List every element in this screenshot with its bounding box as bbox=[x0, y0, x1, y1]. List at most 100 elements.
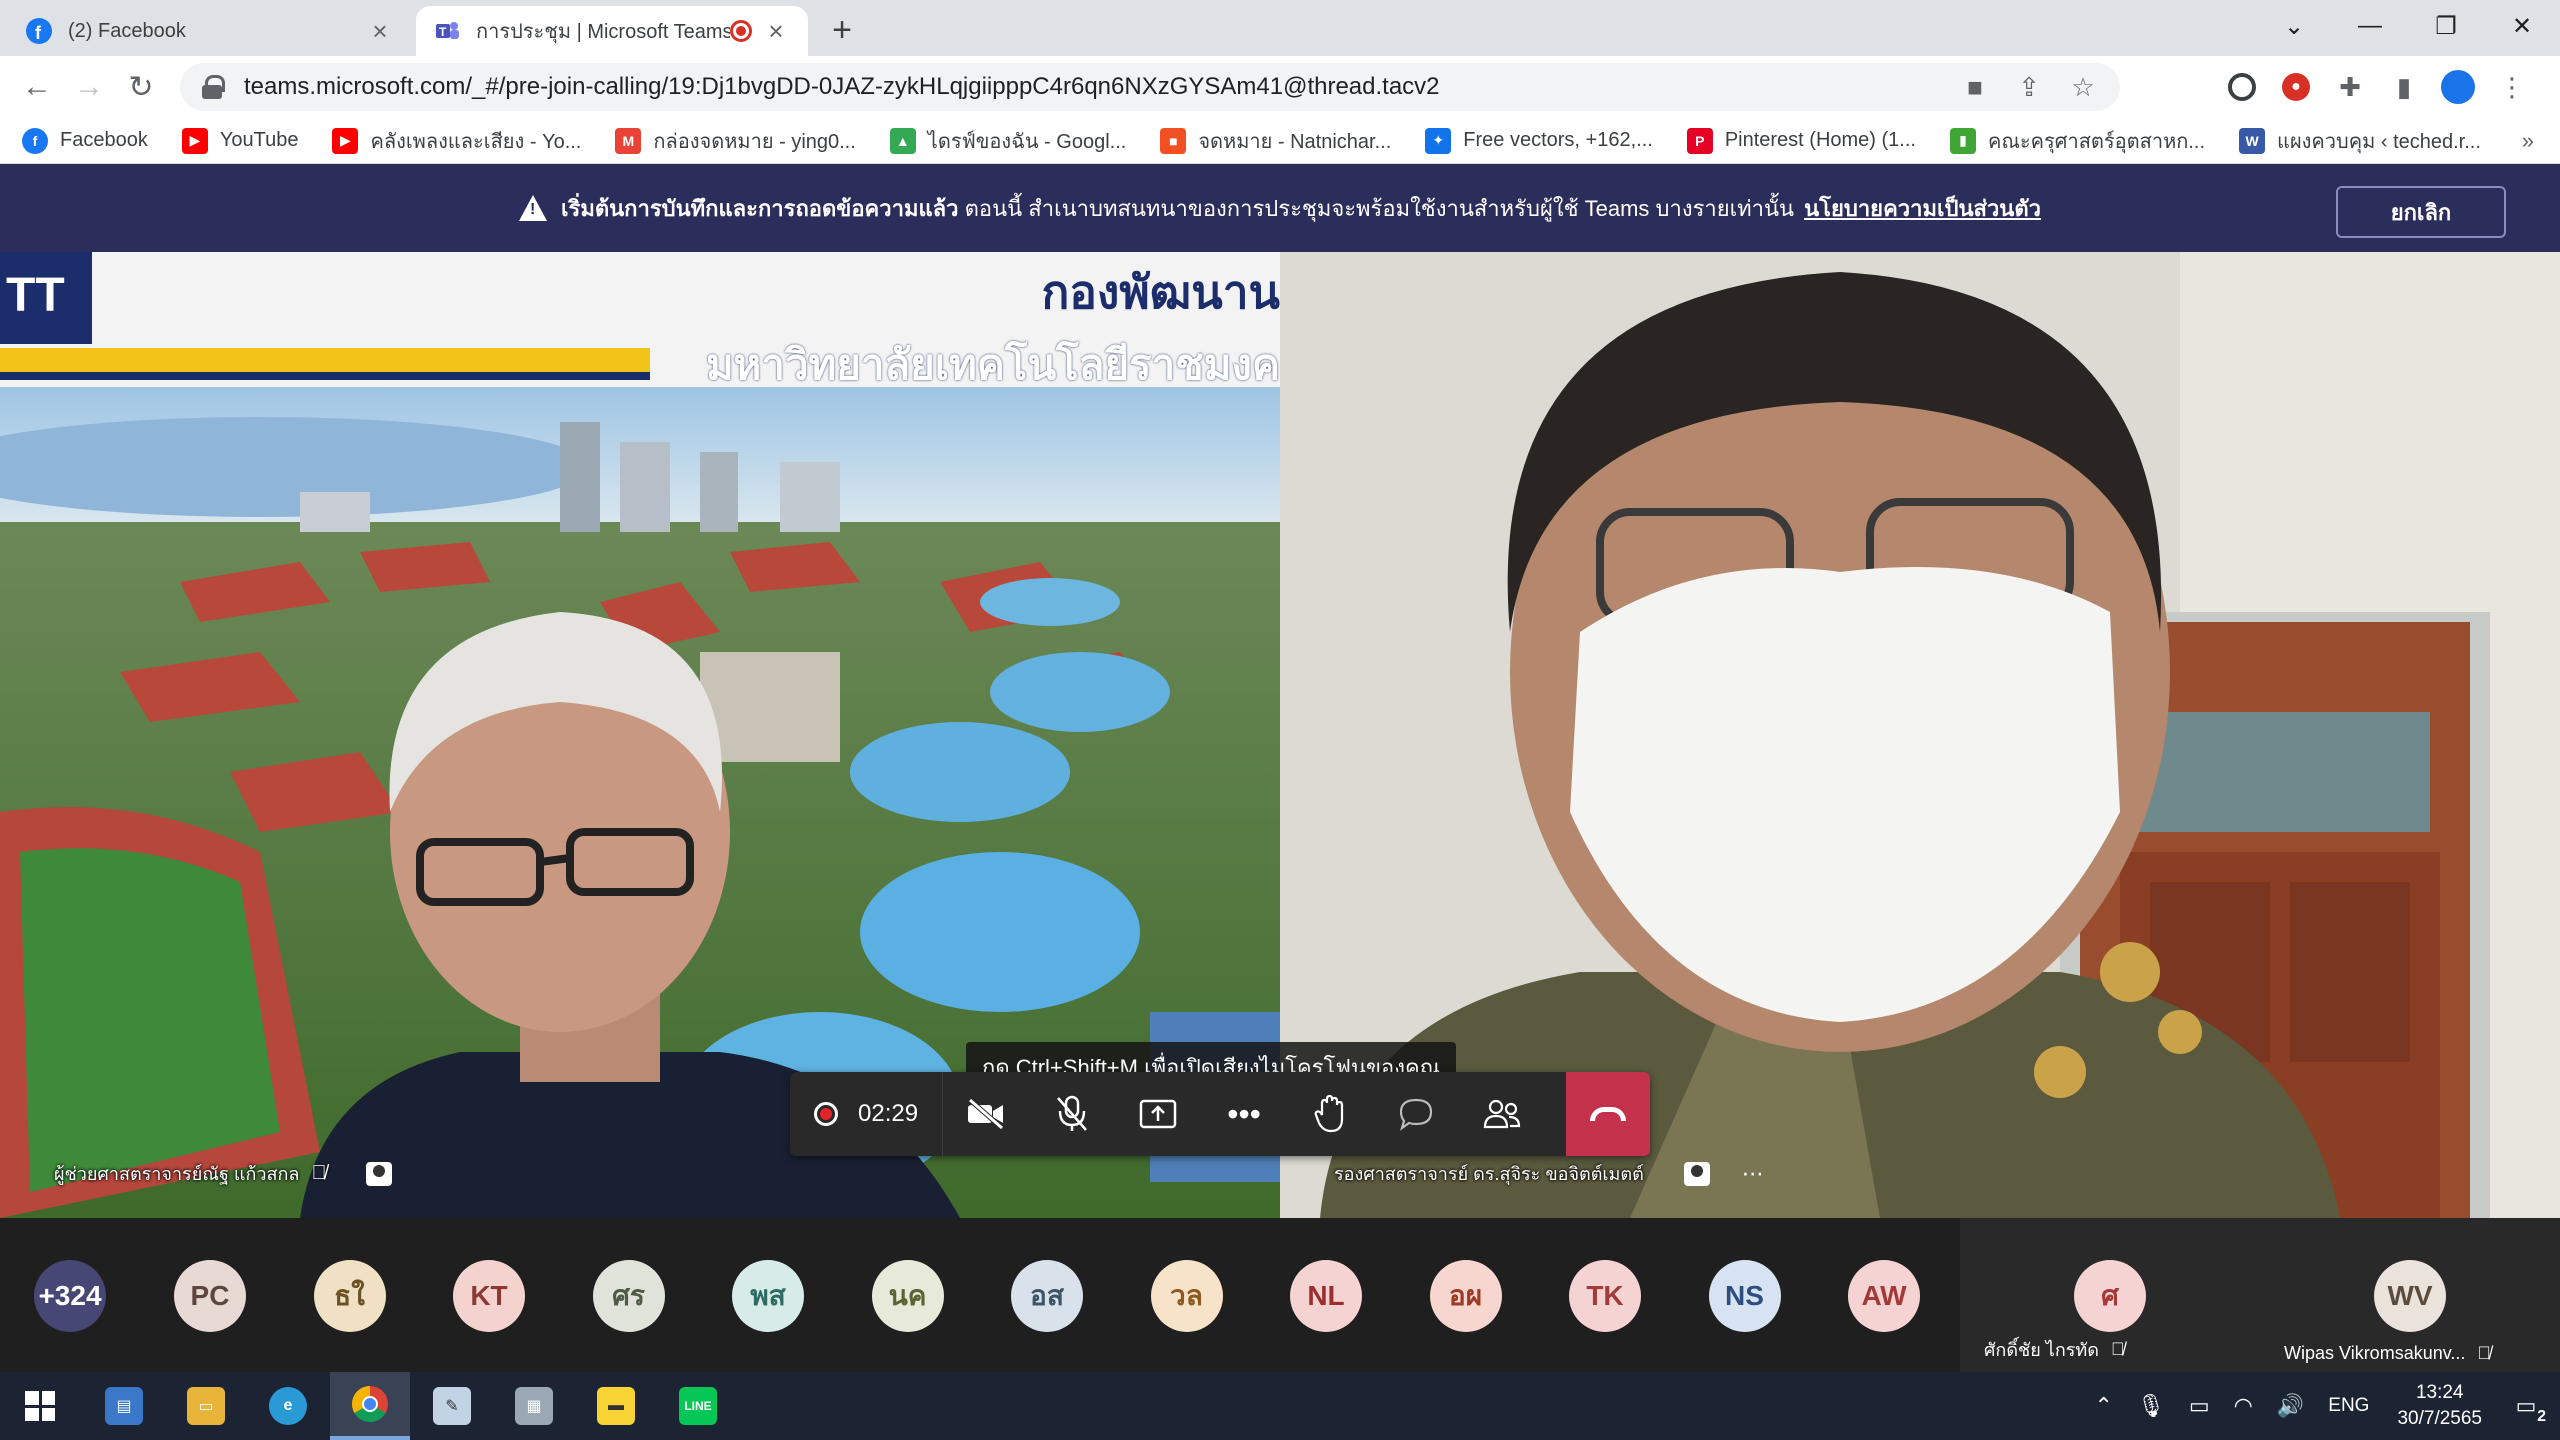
taskbar-line[interactable]: LINE bbox=[658, 1372, 738, 1440]
adblock-extension-icon[interactable]: ● bbox=[2278, 69, 2314, 105]
windows-logo-icon bbox=[25, 1391, 55, 1421]
grammar-extension-icon[interactable] bbox=[2224, 69, 2260, 105]
participants-button[interactable] bbox=[1459, 1072, 1545, 1156]
taskbar-edge[interactable]: e bbox=[248, 1372, 328, 1440]
microphone-muted-button[interactable] bbox=[1029, 1072, 1115, 1156]
bookmark-label: จดหมาย - Natnichar... bbox=[1198, 130, 1392, 153]
reload-icon[interactable]: ↻ bbox=[120, 66, 162, 108]
tab-facebook[interactable]: f (2) Facebook × bbox=[8, 6, 412, 56]
bookmark-item[interactable]: P Pinterest (Home) (1... bbox=[1686, 127, 1916, 154]
more-actions-button[interactable]: ••• bbox=[1201, 1072, 1287, 1156]
participant-slot[interactable]: ศ ศักดิ์ชัย ไกรทัด 🎙̸ bbox=[1960, 1218, 2260, 1372]
more-participants-button[interactable]: +324 bbox=[34, 1260, 106, 1332]
volume-icon[interactable]: 🔊 bbox=[2277, 1393, 2304, 1419]
participant-slot[interactable]: WV Wipas Vikromsakunv... 🎙̸ bbox=[2260, 1218, 2560, 1372]
restore-icon[interactable]: ❐ bbox=[2408, 0, 2484, 52]
taskbar-photos[interactable]: ▦ bbox=[494, 1372, 574, 1440]
pin-icon[interactable] bbox=[366, 1161, 393, 1186]
side-panel-icon[interactable]: ▮ bbox=[2386, 69, 2422, 105]
chat-button[interactable] bbox=[1373, 1072, 1459, 1156]
paint-icon: ✎ bbox=[433, 1387, 471, 1425]
participant-avatar[interactable]: AW bbox=[1848, 1260, 1920, 1332]
bookmark-item[interactable]: ✦ Free vectors, +162,... bbox=[1425, 127, 1653, 154]
participant-avatar[interactable]: วล bbox=[1150, 1260, 1223, 1332]
raise-hand-button[interactable] bbox=[1287, 1072, 1373, 1156]
wifi-icon[interactable]: ◠ bbox=[2234, 1393, 2253, 1419]
folder-icon: ▭ bbox=[187, 1387, 225, 1425]
close-tab-icon[interactable]: × bbox=[366, 16, 394, 46]
bookmark-item[interactable]: ■ จดหมาย - Natnichar... bbox=[1160, 125, 1391, 157]
new-tab-button[interactable]: + bbox=[822, 10, 862, 50]
url-text[interactable]: teams.microsoft.com/_#/pre-join-calling/… bbox=[244, 73, 2098, 101]
privacy-policy-link[interactable]: นโยบายความเป็นส่วนตัว bbox=[1804, 191, 2041, 226]
participant-avatar[interactable]: PC bbox=[174, 1260, 246, 1332]
taskbar-chrome[interactable] bbox=[330, 1372, 410, 1440]
bookmark-item[interactable]: W แผงควบคุม ‹ teched.r... bbox=[2239, 125, 2481, 157]
pin-icon[interactable] bbox=[1683, 1161, 1710, 1186]
photos-icon: ▦ bbox=[515, 1387, 553, 1425]
puzzle-extensions-icon[interactable]: ✚ bbox=[2332, 69, 2368, 105]
tab-title: (2) Facebook bbox=[68, 19, 186, 42]
participant-avatar[interactable]: นค bbox=[871, 1260, 944, 1332]
chrome-menu-icon[interactable]: ⋮ bbox=[2494, 69, 2530, 105]
taskbar-file-explorer[interactable]: ▭ bbox=[166, 1372, 246, 1440]
more-options-icon[interactable]: ⋯ bbox=[1742, 1161, 1764, 1187]
facebook-icon: f bbox=[26, 18, 52, 44]
bookmark-star-icon[interactable]: ☆ bbox=[2068, 72, 2098, 103]
cancel-button[interactable]: ยกเลิก bbox=[2336, 186, 2506, 238]
close-tab-icon[interactable]: × bbox=[762, 16, 790, 46]
participant-avatar[interactable]: TK bbox=[1569, 1260, 1641, 1332]
lock-icon[interactable] bbox=[202, 75, 225, 99]
clock[interactable]: 13:24 30/7/2565 bbox=[2397, 1380, 2482, 1432]
profile-avatar[interactable] bbox=[2440, 69, 2476, 105]
participant-avatar[interactable]: ธใ bbox=[313, 1260, 386, 1332]
share-content-button[interactable] bbox=[1115, 1072, 1201, 1156]
participant-avatar[interactable]: NS bbox=[1708, 1260, 1781, 1332]
start-button[interactable] bbox=[0, 1372, 80, 1440]
tab-search-icon[interactable]: ⌄ bbox=[2256, 0, 2332, 52]
participant-avatar[interactable]: พส bbox=[732, 1260, 804, 1332]
close-window-icon[interactable]: ✕ bbox=[2484, 0, 2560, 52]
tab-teams[interactable]: T การประชุม | Microsoft Teams × bbox=[416, 6, 808, 56]
leave-call-button[interactable] bbox=[1566, 1072, 1650, 1156]
camera-in-use-icon[interactable]: ■ bbox=[1960, 72, 1990, 103]
bookmark-item[interactable]: ▮ คณะครุศาสตร์อุตสาหก... bbox=[1949, 125, 2205, 157]
language-indicator[interactable]: ENG bbox=[2328, 1395, 2369, 1417]
bookmark-item[interactable]: ▶ YouTube bbox=[181, 127, 298, 154]
bookmark-item[interactable]: ▶ คลังเพลงและเสียง - Yo... bbox=[332, 125, 581, 157]
microphone-icon[interactable]: 🎙 bbox=[2137, 1393, 2165, 1419]
participant-avatar[interactable]: KT bbox=[453, 1260, 525, 1332]
address-bar[interactable]: teams.microsoft.com/_#/pre-join-calling/… bbox=[180, 63, 2120, 111]
forward-icon[interactable]: → bbox=[68, 66, 110, 108]
bookmark-item[interactable]: M กล่องจดหมาย - ying0... bbox=[615, 125, 856, 157]
system-tray: ⌃ 🎙 ▭ ◠ 🔊 ENG 13:24 30/7/2565 ▭ 2 bbox=[2083, 1372, 2560, 1440]
taskbar-paint[interactable]: ✎ bbox=[412, 1372, 492, 1440]
back-icon[interactable]: ← bbox=[16, 66, 58, 108]
taskbar-news[interactable]: ▤ bbox=[84, 1372, 164, 1440]
hang-up-icon bbox=[1590, 1107, 1626, 1121]
camera-off-button[interactable] bbox=[943, 1072, 1029, 1156]
notification-center-button[interactable]: ▭ 2 bbox=[2504, 1386, 2548, 1426]
show-hidden-icons[interactable]: ⌃ bbox=[2095, 1393, 2113, 1419]
participant-avatar[interactable]: อส bbox=[1011, 1260, 1083, 1332]
participants-strip: +324 PC ธใ KT ศร พส นค อส วล NL อผ TK NS AW ศ ศักดิ์… bbox=[0, 1218, 2560, 1372]
browser-toolbar: ← → ↻ teams.microsoft.com/_#/pre-join-ca… bbox=[0, 56, 2560, 118]
recording-banner: เริ่มต้นการบันทึกและการถอดข้อความแล้ว ตอ… bbox=[0, 164, 2560, 252]
participant-name: รองศาสตราจารย์ ดร.สุจิระ ขอจิตต์เมตต์ bbox=[1334, 1164, 1644, 1184]
slide-heading-1: กองพัฒนาน bbox=[1041, 266, 1280, 318]
participant-avatar[interactable]: อผ bbox=[1429, 1260, 1502, 1332]
taskbar-sticky-notes[interactable]: ▬ bbox=[576, 1372, 656, 1440]
participant-name-row: Wipas Vikromsakunv... 🎙̸ bbox=[2284, 1343, 2491, 1364]
participant-avatar[interactable]: ศร bbox=[592, 1260, 665, 1332]
more-bookmarks-icon[interactable]: » bbox=[2522, 128, 2534, 154]
share-icon[interactable]: ⇪ bbox=[2014, 72, 2044, 103]
call-timer: 02:29 bbox=[858, 1100, 919, 1127]
bookmark-item[interactable]: f Facebook bbox=[22, 127, 148, 154]
participant-avatar[interactable]: NL bbox=[1290, 1260, 1362, 1332]
recording-indicator: 02:29 bbox=[790, 1072, 944, 1156]
minimize-icon[interactable]: — bbox=[2332, 0, 2408, 52]
camera-off-icon bbox=[968, 1098, 1004, 1130]
wordpress-icon: W bbox=[2239, 127, 2266, 154]
bookmark-item[interactable]: ▲ ไดรฟ์ของฉัน - Googl... bbox=[889, 125, 1126, 157]
battery-icon[interactable]: ▭ bbox=[2189, 1393, 2210, 1419]
